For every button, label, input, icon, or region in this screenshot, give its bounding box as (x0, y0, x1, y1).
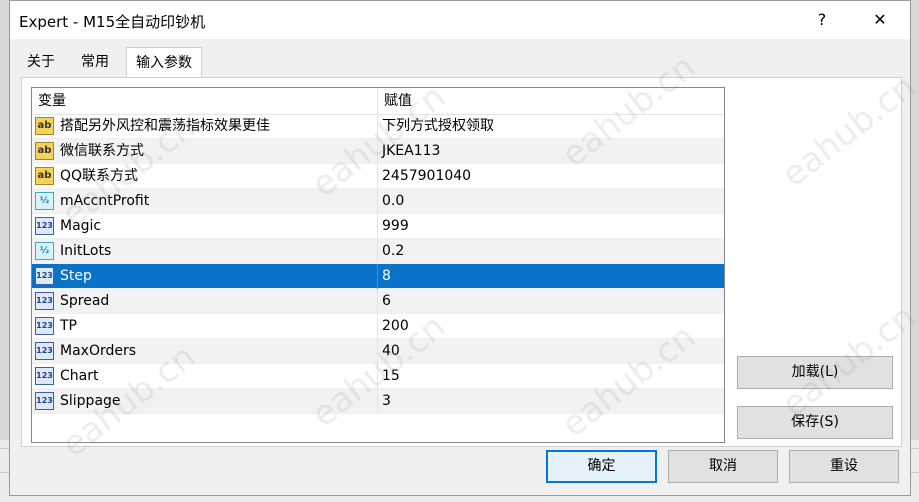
integer-type-icon: 123 (35, 392, 54, 410)
variable-value[interactable]: 40 (382, 339, 400, 364)
string-type-icon: ab (35, 142, 54, 160)
variable-name: 搭配另外风控和震荡指标效果更佳 (60, 118, 270, 134)
variable-value[interactable]: 6 (382, 289, 391, 314)
variable-value[interactable]: 2457901040 (382, 164, 471, 189)
double-type-icon: ½ (35, 192, 54, 210)
ok-button[interactable]: 确定 (546, 450, 657, 483)
string-type-icon: ab (35, 167, 54, 185)
variable-name: Step (60, 268, 92, 284)
table-row[interactable]: ½ InitLots 0.2 (32, 239, 724, 264)
parameters-table[interactable]: 变量 赋值 ab 搭配另外风控和震荡指标效果更佳 下列方式授权领取 ab 微信联系方式 J… (31, 87, 725, 443)
variable-name: mAccntProfit (60, 193, 150, 209)
tab-common[interactable]: 常用 (72, 49, 118, 76)
help-button[interactable]: ? (800, 1, 844, 39)
variable-name: TP (60, 318, 77, 334)
table-row[interactable]: ab QQ联系方式 2457901040 (32, 164, 724, 189)
variable-name: Slippage (60, 393, 121, 409)
variable-name: QQ联系方式 (60, 168, 139, 184)
tab-strip: 关于 常用 输入参数 (10, 39, 910, 77)
integer-type-icon: 123 (35, 342, 54, 360)
integer-type-icon: 123 (35, 292, 54, 310)
column-header-value[interactable]: 赋值 (378, 88, 412, 114)
column-header-variable[interactable]: 变量 (32, 88, 66, 114)
cancel-button[interactable]: 取消 (668, 450, 778, 483)
variable-name: MaxOrders (60, 343, 137, 359)
integer-type-icon: 123 (35, 317, 54, 335)
table-row[interactable]: 123 Step 8 (32, 264, 724, 289)
save-button[interactable]: 保存(S) (737, 406, 893, 439)
variable-name: Magic (60, 218, 102, 234)
variable-name: InitLots (60, 243, 112, 259)
variable-value[interactable]: 15 (382, 364, 400, 389)
variable-value[interactable]: 8 (382, 264, 391, 289)
table-row[interactable]: 123 Magic 999 (32, 214, 724, 239)
variable-name: Chart (60, 368, 99, 384)
string-type-icon: ab (35, 117, 54, 135)
double-type-icon: ½ (35, 242, 54, 260)
integer-type-icon: 123 (35, 367, 54, 385)
expert-properties-dialog: Expert - M15全自动印钞机 ? ✕ 关于 常用 输入参数 变量 赋值 … (9, 0, 919, 496)
integer-type-icon: 123 (35, 267, 54, 285)
table-row[interactable]: 123 MaxOrders 40 (32, 339, 724, 364)
table-row[interactable]: 123 Spread 6 (32, 289, 724, 314)
variable-name: 微信联系方式 (60, 143, 144, 159)
variable-value[interactable]: 3 (382, 389, 391, 414)
table-row[interactable]: 123 TP 200 (32, 314, 724, 339)
variable-value[interactable]: JKEA113 (382, 139, 440, 164)
title-bar: Expert - M15全自动印钞机 ? ✕ (10, 1, 910, 39)
variable-value[interactable]: 999 (382, 214, 409, 239)
variable-value[interactable]: 0.0 (382, 189, 404, 214)
table-row[interactable]: ½ mAccntProfit 0.0 (32, 189, 724, 214)
variable-value[interactable]: 200 (382, 314, 409, 339)
reset-button[interactable]: 重设 (789, 450, 899, 483)
tab-about[interactable]: 关于 (18, 49, 64, 76)
table-header: 变量 赋值 (32, 88, 724, 115)
close-button[interactable]: ✕ (858, 1, 902, 39)
tab-inputs[interactable]: 输入参数 (126, 47, 202, 77)
load-button[interactable]: 加载(L) (737, 356, 893, 389)
window-title: Expert - M15全自动印钞机 (19, 13, 206, 31)
integer-type-icon: 123 (35, 217, 54, 235)
table-row[interactable]: ab 搭配另外风控和震荡指标效果更佳 下列方式授权领取 (32, 114, 724, 139)
table-row[interactable]: ab 微信联系方式 JKEA113 (32, 139, 724, 164)
variable-value[interactable]: 0.2 (382, 239, 404, 264)
variable-value[interactable]: 下列方式授权领取 (382, 114, 494, 139)
table-row[interactable]: 123 Chart 15 (32, 364, 724, 389)
variable-name: Spread (60, 293, 110, 309)
table-row[interactable]: 123 Slippage 3 (32, 389, 724, 414)
